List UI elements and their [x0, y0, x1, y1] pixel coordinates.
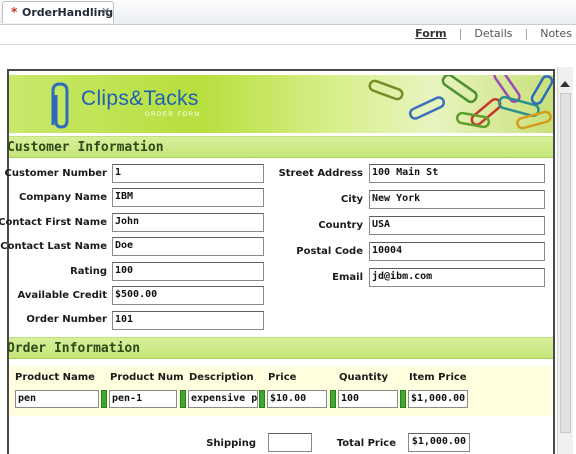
- label-city: City: [340, 194, 363, 205]
- close-icon[interactable]: ✕: [101, 5, 110, 18]
- label-order-number: Order Number: [26, 314, 107, 325]
- label-shipping: Shipping: [206, 438, 256, 449]
- view-separator: |: [524, 27, 529, 40]
- email-field[interactable]: jd@ibm.com: [369, 268, 545, 287]
- banner: Clips&Tacks ORDER FORM: [9, 75, 553, 133]
- column-header-item-price: Item Price: [409, 372, 467, 383]
- cell-quantity[interactable]: 100: [338, 390, 398, 408]
- form-border: Clips&Tacks ORDER FORM Customer Informat…: [0, 69, 555, 454]
- street-address-field[interactable]: 100 Main St: [369, 164, 545, 183]
- label-email: Email: [332, 272, 363, 283]
- column-resize-handle[interactable]: [180, 390, 186, 408]
- view-link-form[interactable]: Form: [415, 27, 447, 40]
- section-title: Order Information: [7, 341, 141, 356]
- arrow-up-icon[interactable]: [560, 81, 570, 87]
- label-customer-number: Customer Number: [4, 168, 107, 179]
- banner-subtitle: ORDER FORM: [145, 112, 201, 118]
- section-header-order: Order Information: [7, 337, 553, 359]
- column-resize-handle[interactable]: [400, 390, 406, 408]
- label-street-address: Street Address: [278, 168, 363, 179]
- view-link-details[interactable]: Details: [474, 27, 512, 40]
- view-switcher: Form | Details | Notes: [415, 27, 572, 41]
- label-country: Country: [318, 220, 363, 231]
- paperclip-icon: [51, 82, 69, 129]
- column-header-price: Price: [268, 372, 297, 383]
- label-company-name: Company Name: [19, 192, 107, 203]
- column-header-quantity: Quantity: [339, 372, 388, 383]
- label-contact-first-name: Contact First Name: [0, 217, 107, 228]
- available-credit-field[interactable]: $500.00: [112, 286, 264, 305]
- column-header-product-num: Product Num: [110, 372, 184, 383]
- tab-title: OrderHandling: [22, 6, 114, 19]
- form-canvas: Clips&Tacks ORDER FORM Customer Informat…: [0, 67, 576, 454]
- cell-product-num[interactable]: pen-1: [109, 390, 177, 408]
- section-header-customer: Customer Information: [7, 136, 553, 158]
- country-field[interactable]: USA: [369, 216, 545, 235]
- label-rating: Rating: [70, 266, 107, 277]
- view-link-notes[interactable]: Notes: [540, 27, 572, 40]
- paperclips-image: [368, 75, 553, 130]
- tab-orderhandling[interactable]: * OrderHandling ✕: [2, 1, 114, 23]
- vertical-scrollbar[interactable]: [557, 67, 573, 454]
- order-table: Product Name Product Num Description Pri…: [9, 366, 553, 416]
- order-number-field[interactable]: 101: [112, 311, 264, 330]
- cell-description[interactable]: expensive pen: [188, 390, 258, 408]
- unsaved-marker: *: [11, 5, 18, 19]
- contact-first-name-field[interactable]: John: [112, 213, 264, 232]
- company-name-field[interactable]: IBM: [112, 188, 264, 207]
- postal-code-field[interactable]: 10004: [369, 242, 545, 261]
- cell-item-price[interactable]: $1,000.00: [408, 390, 468, 408]
- customer-number-field[interactable]: 1: [112, 164, 264, 183]
- column-resize-handle[interactable]: [101, 390, 107, 408]
- contact-last-name-field[interactable]: Doe: [112, 237, 264, 256]
- rating-field[interactable]: 100: [112, 262, 264, 281]
- shipping-field[interactable]: [268, 433, 312, 452]
- column-resize-handle[interactable]: [259, 390, 265, 408]
- cell-price[interactable]: $10.00: [267, 390, 327, 408]
- label-available-credit: Available Credit: [17, 290, 107, 301]
- column-header-description: Description: [189, 372, 254, 383]
- scroll-thumb[interactable]: [560, 93, 571, 433]
- divider: [0, 44, 576, 45]
- column-header-product-name: Product Name: [15, 372, 95, 383]
- column-resize-handle[interactable]: [330, 390, 336, 408]
- label-contact-last-name: Contact Last Name: [0, 241, 107, 252]
- total-price-field[interactable]: $1,000.00: [408, 433, 470, 452]
- section-title: Customer Information: [7, 140, 164, 155]
- city-field[interactable]: New York: [369, 190, 545, 209]
- label-total-price: Total Price: [336, 438, 396, 449]
- view-separator: |: [458, 27, 463, 40]
- cell-product-name[interactable]: pen: [15, 390, 99, 408]
- editor-tab-strip: * OrderHandling ✕: [0, 0, 576, 25]
- label-postal-code: Postal Code: [296, 246, 363, 257]
- brand-logo-text: Clips&Tacks: [81, 87, 199, 110]
